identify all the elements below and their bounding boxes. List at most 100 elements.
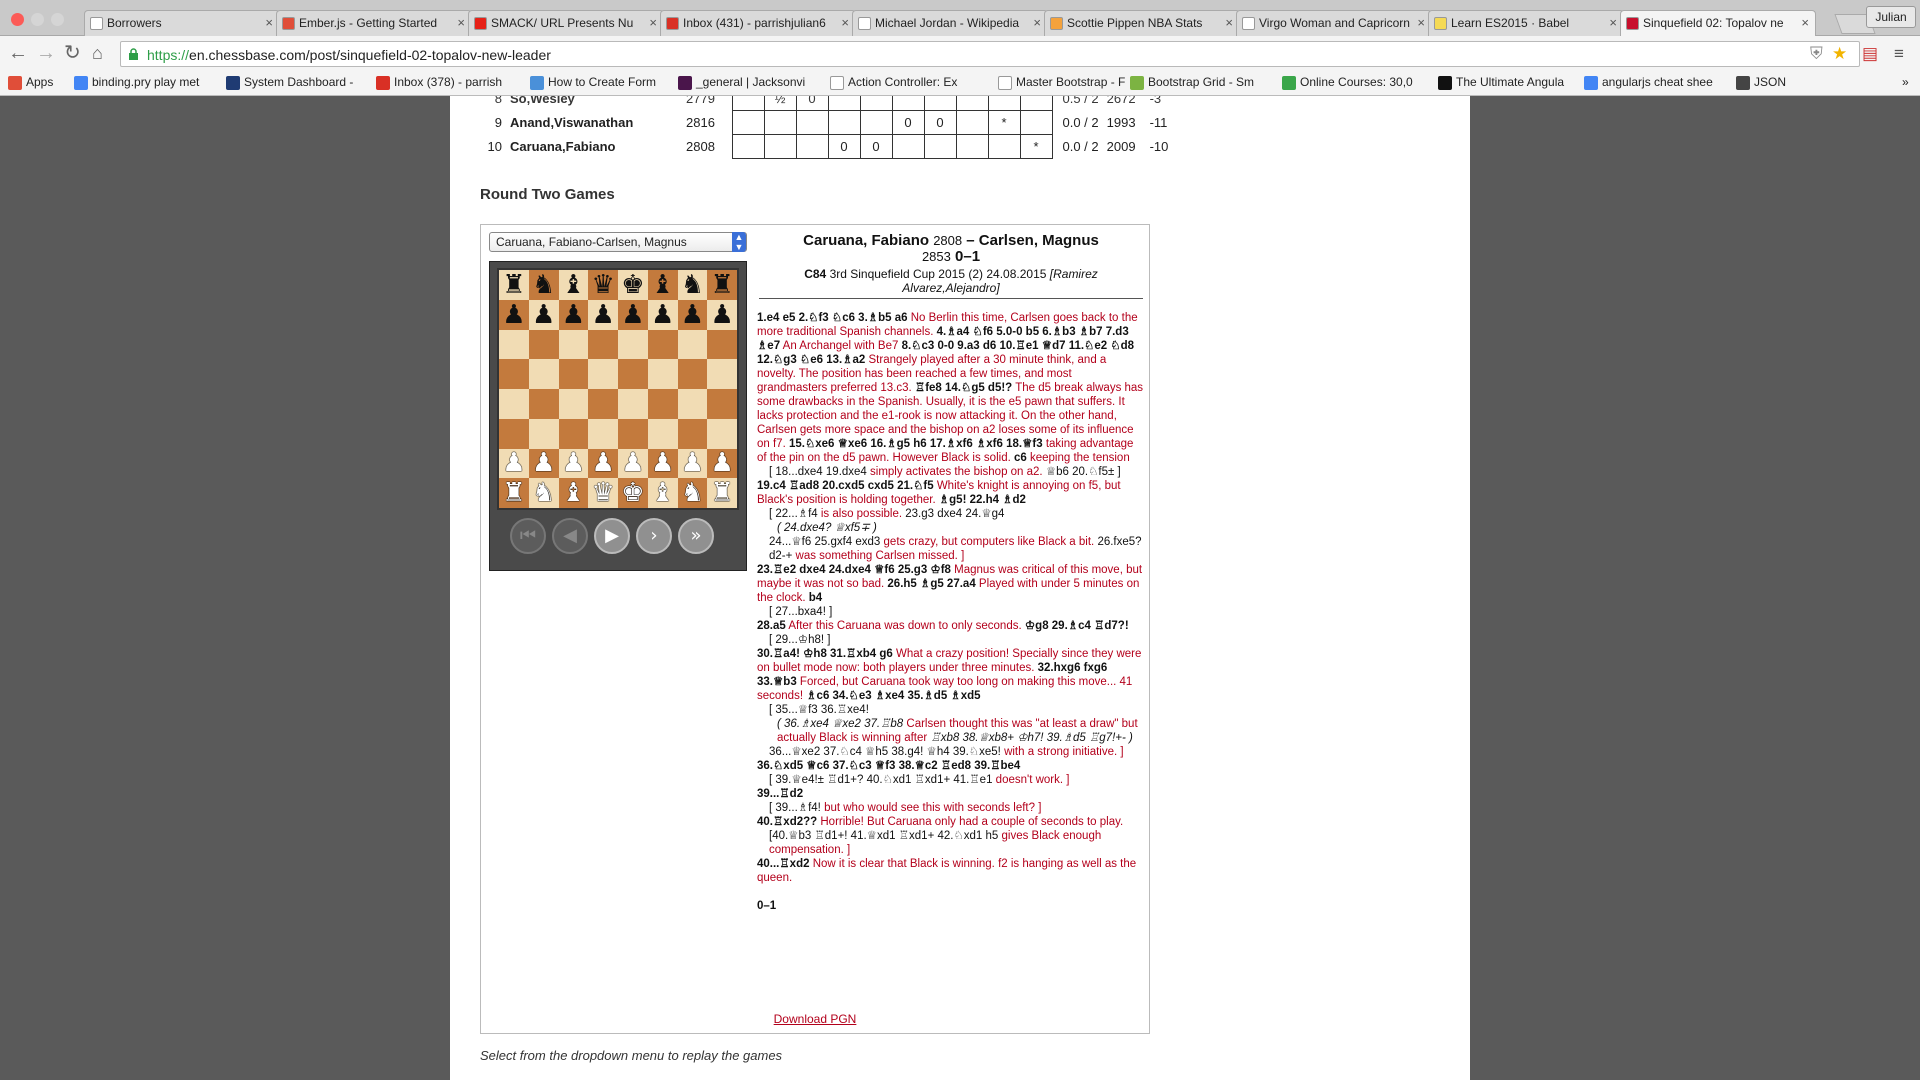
move-text[interactable]: ♗g5! 22.h4 ♗d2 — [939, 494, 1026, 506]
variation-moves[interactable]: [ 27...bxa4! ] — [769, 606, 832, 618]
variation-moves[interactable]: ♕b6 20.♘f5± ] — [1046, 466, 1121, 478]
browser-tab[interactable]: Borrowers × — [84, 10, 280, 36]
black-piece[interactable]: ♟ — [621, 302, 644, 328]
board-square[interactable] — [647, 389, 678, 419]
white-piece[interactable]: ♟ — [562, 450, 585, 476]
back-arrow-icon[interactable]: ← — [8, 43, 28, 63]
first-move-button[interactable]: ⏮ — [510, 518, 546, 554]
browser-tab[interactable]: Learn ES2015 · Babel × — [1428, 10, 1624, 36]
bookmark-item[interactable]: JSON — [1736, 75, 1786, 90]
move-text[interactable]: 28.a5 — [757, 620, 786, 632]
menu-icon[interactable]: ≡ — [1894, 45, 1904, 62]
bookmarks-overflow-button[interactable]: » — [1902, 75, 1909, 89]
black-piece[interactable]: ♟ — [502, 302, 525, 328]
board-square[interactable] — [558, 389, 589, 419]
variation-moves[interactable]: ( 24.dxe4? ♕xf5∓ ) — [777, 522, 877, 534]
board-square[interactable]: ♟ — [528, 299, 559, 330]
board-square[interactable]: ♜ — [707, 478, 737, 508]
board-square[interactable]: ♛ — [588, 270, 618, 300]
black-piece[interactable]: ♟ — [681, 302, 704, 328]
move-text[interactable]: 15.♘xe6 ♕xe6 16.♗g5 h6 17.♗xf6 ♗xf6 18.♕… — [789, 438, 1043, 450]
board-square[interactable]: ♟ — [707, 448, 737, 479]
close-tab-icon[interactable]: × — [1225, 15, 1233, 30]
board-square[interactable] — [707, 359, 737, 389]
variation-moves[interactable]: 23.g3 dxe4 24.♕g4 — [905, 508, 1004, 520]
board-square[interactable] — [499, 359, 529, 389]
close-tab-icon[interactable]: × — [1033, 15, 1041, 30]
board-square[interactable]: ♟ — [647, 299, 678, 330]
move-text[interactable]: 23.♖e2 dxe4 24.dxe4 ♕f6 25.g3 ♔f8 — [757, 564, 951, 576]
bookmark-item[interactable]: Master Bootstrap - F — [998, 75, 1125, 90]
board-square[interactable]: ♟ — [677, 448, 708, 479]
bookmark-item[interactable]: Action Controller: Ex — [830, 75, 957, 90]
forward-arrow-icon[interactable]: → — [36, 43, 56, 63]
board-square[interactable]: ♟ — [677, 299, 708, 330]
board-square[interactable] — [588, 359, 618, 389]
variation-moves[interactable]: ♖xb8 38.♕xb8+ ♔h7! 39.♗d5 ♖g7!+- ) — [930, 732, 1132, 744]
board-square[interactable]: ♚ — [618, 478, 648, 508]
close-tab-icon[interactable]: × — [1801, 15, 1809, 30]
board-square[interactable]: ♞ — [677, 478, 708, 508]
board-square[interactable] — [647, 329, 678, 360]
white-piece[interactable]: ♝ — [651, 480, 674, 506]
board-square[interactable]: ♝ — [558, 478, 589, 508]
board-square[interactable]: ♜ — [707, 270, 737, 300]
board-square[interactable] — [558, 329, 589, 360]
board-square[interactable]: ♟ — [647, 448, 678, 479]
board-square[interactable]: ♜ — [499, 478, 529, 508]
white-piece[interactable]: ♟ — [591, 450, 614, 476]
board-square[interactable] — [677, 329, 708, 360]
variation-moves[interactable]: [ 35...♕f3 36.♖xe4! — [769, 704, 869, 716]
browser-tab[interactable]: Ember.js - Getting Started × — [276, 10, 472, 36]
move-text[interactable]: c6 — [1014, 452, 1027, 464]
board-square[interactable] — [588, 389, 618, 419]
play-button[interactable]: ▶ — [594, 518, 630, 554]
bookmark-item[interactable]: Inbox (378) - parrish — [376, 75, 502, 90]
black-piece[interactable]: ♟ — [710, 302, 733, 328]
close-window-button[interactable] — [11, 13, 24, 26]
home-icon[interactable]: ⌂ — [92, 43, 103, 63]
previous-move-button[interactable]: ◀ — [552, 518, 588, 554]
variation-moves[interactable]: 24...♕f6 25.gxf4 exd3 — [769, 536, 884, 548]
move-text[interactable]: ♖fe8 14.♘g5 d5!? — [915, 382, 1012, 394]
browser-tab[interactable]: Inbox (431) - parrishjulian6 × — [660, 10, 856, 36]
board-square[interactable]: ♛ — [588, 478, 618, 508]
board-square[interactable] — [558, 359, 589, 389]
board-square[interactable] — [618, 329, 648, 360]
board-square[interactable]: ♞ — [528, 478, 559, 508]
move-text[interactable]: 26.h5 ♗g5 27.a4 — [887, 578, 975, 590]
move-text[interactable]: 19.c4 ♖ad8 20.cxd5 cxd5 21.♘f5 — [757, 480, 934, 492]
board-square[interactable] — [618, 389, 648, 419]
board-square[interactable]: ♝ — [647, 478, 678, 508]
board-square[interactable] — [528, 359, 559, 389]
white-piece[interactable]: ♜ — [710, 480, 733, 506]
move-text[interactable]: ♔g8 29.♗c4 ♖d7?! — [1025, 620, 1129, 632]
variation-moves[interactable]: [ 39...♗f4! — [769, 802, 824, 814]
black-piece[interactable]: ♞ — [681, 272, 704, 298]
browser-tab[interactable]: Sinquefield 02: Topalov ne × — [1620, 10, 1816, 37]
black-piece[interactable]: ♝ — [651, 272, 674, 298]
reload-icon[interactable]: ↻ — [64, 43, 81, 63]
board-square[interactable] — [499, 389, 529, 419]
variation-moves[interactable]: [40.♕b3 ♖d1+! 41.♕xd1 ♖xd1+ 42.♘xd1 h5 — [769, 830, 1002, 842]
variation-moves[interactable]: [ 29...♔h8! ] — [769, 634, 830, 646]
board-square[interactable]: ♟ — [558, 448, 589, 479]
board-square[interactable] — [528, 389, 559, 419]
bookmark-item[interactable]: binding.pry play met — [74, 75, 199, 90]
white-piece[interactable]: ♞ — [681, 480, 704, 506]
move-text[interactable]: 39...♖d2 — [757, 788, 803, 800]
white-piece[interactable]: ♟ — [681, 450, 704, 476]
black-piece[interactable]: ♝ — [562, 272, 585, 298]
shield-icon[interactable]: ⛨ — [1810, 45, 1823, 62]
bookmark-star-icon[interactable]: ★ — [1832, 45, 1847, 62]
close-tab-icon[interactable]: × — [457, 15, 465, 30]
white-piece[interactable]: ♞ — [532, 480, 555, 506]
board-square[interactable] — [677, 389, 708, 419]
profile-button[interactable]: Julian — [1866, 6, 1916, 28]
variation-moves[interactable]: [ 39.♕e4!± ♖d1+? 40.♘xd1 ♖xd1+ 41.♖e1 — [769, 774, 996, 786]
board-square[interactable] — [528, 418, 559, 449]
game-notation[interactable]: 1.e4 e5 2.♘f3 ♘c6 3.♗b5 a6 No Berlin thi… — [757, 311, 1145, 913]
board-square[interactable] — [677, 359, 708, 389]
white-piece[interactable]: ♝ — [562, 480, 585, 506]
board-square[interactable] — [499, 418, 529, 449]
